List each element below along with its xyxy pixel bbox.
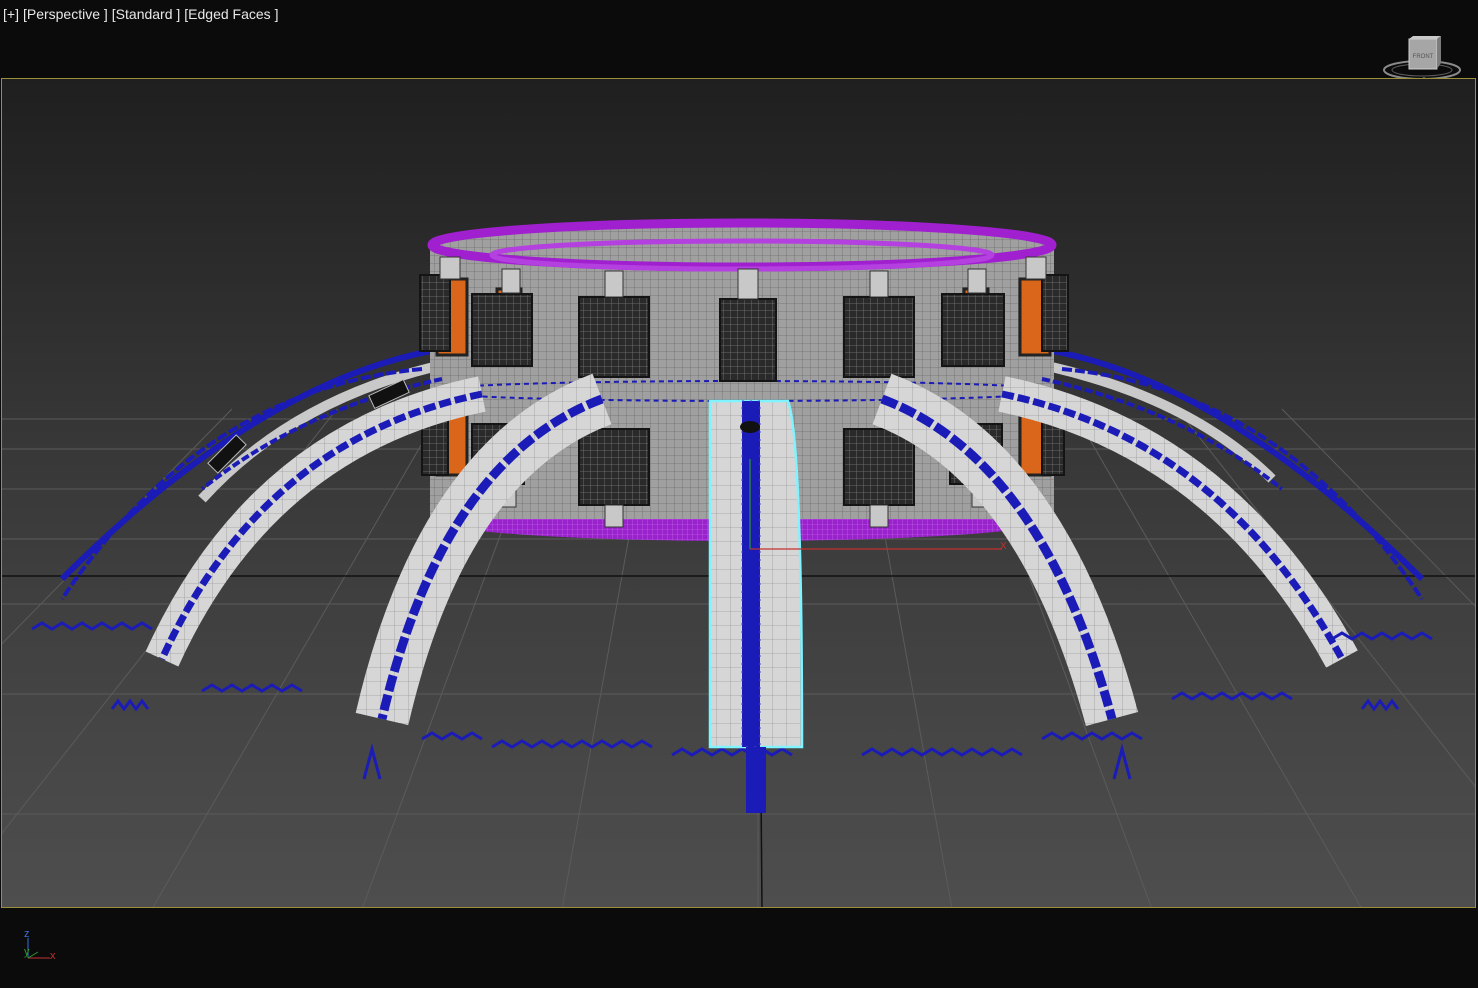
viewport-label-menu: [+] [Perspective ] [Standard ] [Edged Faces… bbox=[3, 6, 282, 22]
viewport-display-menu[interactable]: [Edged Faces ] bbox=[184, 6, 278, 22]
axis-x-label: x bbox=[50, 950, 56, 962]
scene-canvas[interactable] bbox=[2, 79, 1476, 908]
viewport-plus-menu[interactable]: [+] bbox=[3, 6, 19, 22]
perspective-viewport[interactable]: X bbox=[1, 78, 1476, 908]
gizmo-x-label: X bbox=[1000, 541, 1007, 552]
viewport-shading-menu[interactable]: [Standard ] bbox=[112, 6, 181, 22]
axis-y-label: y bbox=[24, 946, 30, 958]
axis-tripod: z y x bbox=[18, 926, 68, 970]
viewport-perspective-menu[interactable]: [Perspective ] bbox=[23, 6, 108, 22]
axis-z-label: z bbox=[24, 928, 30, 940]
viewcube-face-label: FRONT bbox=[1413, 54, 1434, 60]
